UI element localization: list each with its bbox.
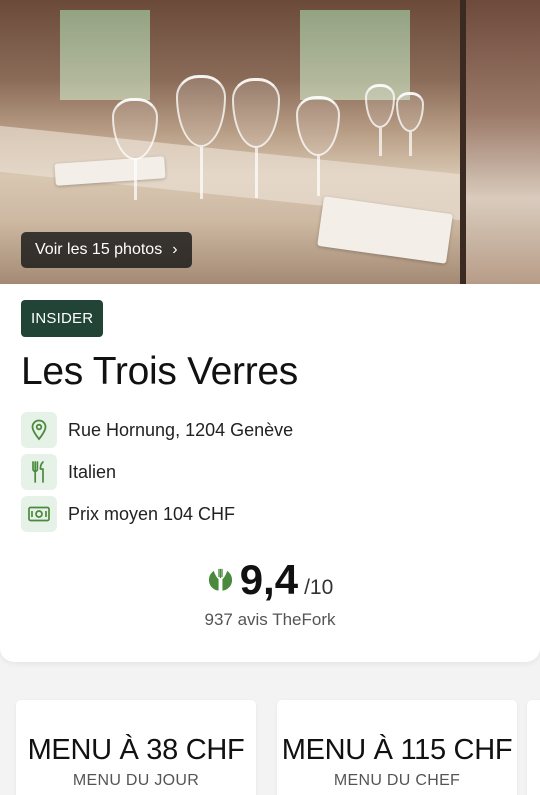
location-pin-icon [21, 412, 57, 448]
view-photos-label: Voir les 15 photos [35, 241, 163, 258]
rating-score: 9,4 [239, 556, 299, 603]
address-text: Rue Hornung, 1204 Genève [68, 419, 294, 440]
restaurant-name: Les Trois Verres [21, 350, 298, 393]
offer-title: MENU À 115 CHF [281, 734, 513, 766]
rating[interactable]: 9,4 /10 [0, 556, 540, 604]
offer-card[interactable]: MENU À 38 CHF MENU DU JOUR [16, 700, 256, 795]
review-count[interactable]: 937 avis TheFork [0, 610, 540, 630]
restaurant-card: INSIDER Les Trois Verres Rue Hornung, 12… [0, 284, 540, 662]
offers-carousel[interactable]: MENU À 38 CHF MENU DU JOUR MENU À 115 CH… [0, 662, 540, 795]
thefork-rating-icon [208, 568, 232, 591]
rating-scale: /10 [304, 576, 334, 599]
fork-knife-icon [21, 454, 57, 490]
offer-card-partial[interactable] [527, 700, 540, 795]
cuisine-row: Italien [21, 454, 116, 490]
photo-gallery[interactable]: Voir les 15 photos › [0, 0, 540, 284]
offer-title: MENU À 38 CHF [27, 734, 245, 766]
offer-card[interactable]: MENU À 115 CHF MENU DU CHEF [277, 700, 517, 795]
price-row: Prix moyen 104 CHF [21, 496, 235, 532]
offer-subtitle: MENU DU JOUR [72, 772, 200, 789]
address-row[interactable]: Rue Hornung, 1204 Genève [21, 412, 293, 448]
banknote-icon [21, 496, 57, 532]
cuisine-text: Italien [68, 461, 117, 482]
chevron-right-icon: › [172, 241, 178, 258]
view-photos-button[interactable]: Voir les 15 photos › [21, 232, 192, 268]
insider-badge: INSIDER [21, 300, 104, 337]
price-text: Prix moyen 104 CHF [68, 503, 236, 524]
offer-subtitle: MENU DU CHEF [333, 772, 461, 789]
restaurant-photo-next[interactable] [466, 0, 540, 284]
